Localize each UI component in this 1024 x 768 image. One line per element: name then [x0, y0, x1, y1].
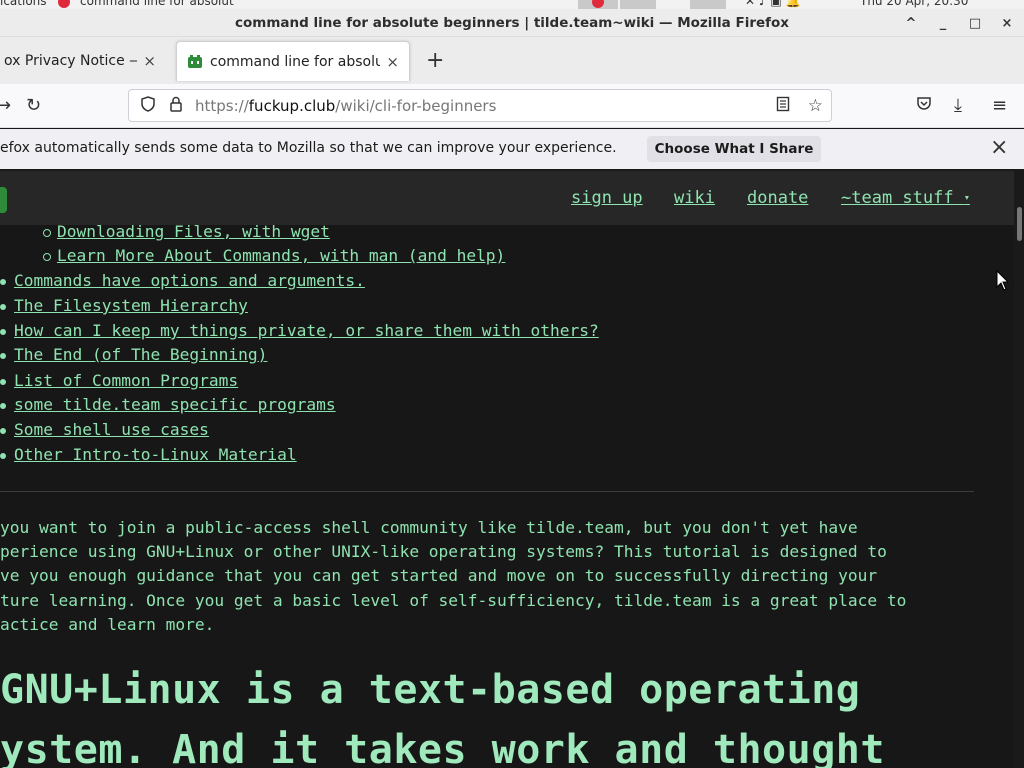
tab-label: ox Privacy Notice — | — [4, 53, 137, 69]
os-panel-status-icons[interactable]: ✕ ♪ ▣ 🔔 — [745, 0, 800, 8]
toc-item[interactable]: some tilde.team specific programs — [0, 395, 336, 414]
tab-privacy-notice[interactable]: ox Privacy Notice — | × — [0, 41, 166, 81]
window-title: command line for absolute beginners | ti… — [234, 14, 789, 31]
bullet-icon — [0, 328, 6, 335]
hollow-bullet-icon — [43, 252, 51, 261]
section-heading-line: GNU+Linux is a text-based operating — [0, 667, 861, 713]
back-arrow-icon[interactable]: → — [0, 95, 11, 117]
bullet-icon — [0, 378, 6, 385]
toc-item[interactable]: Some shell use cases — [0, 420, 209, 439]
intro-paragraph-line: you want to join a public-access shell c… — [0, 518, 858, 537]
os-panel-window-label[interactable]: command line for absolut — [80, 0, 234, 8]
reader-view-icon[interactable] — [776, 96, 790, 117]
section-divider — [0, 491, 974, 492]
toc-item[interactable]: How can I keep my things private, or sha… — [0, 321, 599, 340]
os-panel-apps-label: ications — [0, 0, 47, 8]
intro-paragraph-line: perience using GNU+Linux or other UNIX-l… — [0, 542, 887, 561]
os-top-panel: ications command line for absolut ✕ ♪ ▣ … — [0, 0, 1024, 9]
taskbar-item[interactable] — [620, 0, 656, 9]
lock-icon[interactable] — [167, 96, 185, 116]
tilde-favicon-icon — [188, 54, 202, 68]
os-panel-clock[interactable]: Thu 20 Apr, 20:30 — [860, 0, 968, 8]
bullet-icon — [0, 352, 6, 359]
bullet-icon — [0, 278, 6, 285]
scrollbar-thumb[interactable] — [1017, 207, 1022, 241]
nav-link-wiki[interactable]: wiki — [674, 188, 715, 208]
toc-subitem[interactable]: Learn More About Commands, with man (and… — [43, 246, 505, 265]
dropdown-caret-icon: ▾ — [963, 192, 970, 204]
minimize-icon[interactable]: _ — [936, 16, 950, 31]
bullet-icon — [0, 402, 6, 409]
maximize-icon[interactable]: □ — [968, 16, 982, 31]
page-scrollbar[interactable] — [1014, 171, 1024, 768]
nav-link-sign-up[interactable]: sign up — [571, 188, 643, 208]
intro-paragraph-line: ve you enough guidance that you can get … — [0, 566, 878, 585]
hollow-bullet-icon — [43, 228, 51, 237]
taskbar-item[interactable] — [690, 0, 726, 9]
window-controls: ^ _ □ × — [904, 9, 1014, 37]
pocket-icon[interactable] — [916, 95, 932, 117]
tab-close-icon[interactable]: × — [143, 52, 156, 70]
reload-icon[interactable]: ↻ — [26, 95, 41, 117]
toc-item[interactable]: List of Common Programs — [0, 371, 238, 390]
downloads-icon[interactable]: ⤓ — [954, 95, 962, 117]
new-tab-button[interactable]: + — [426, 50, 444, 72]
bullet-icon — [0, 452, 6, 459]
site-logo[interactable] — [0, 187, 7, 213]
toc-subitem[interactable]: Downloading Files, with wget — [43, 222, 330, 241]
tab-close-icon[interactable]: × — [386, 53, 399, 71]
hamburger-menu-icon[interactable]: ≡ — [992, 95, 1007, 117]
intro-paragraph-line: ture learning. Once you get a basic leve… — [0, 591, 907, 610]
url-bar[interactable]: https://fuckup.club/wiki/cli-for-beginne… — [128, 89, 832, 122]
notification-close-icon[interactable]: × — [990, 135, 1008, 160]
toc-item[interactable]: Other Intro-to-Linux Material — [0, 445, 297, 464]
tab-cli-beginners[interactable]: command line for absolu × — [176, 41, 410, 81]
window-up-icon[interactable]: ^ — [904, 16, 918, 31]
web-content: sign up wiki donate ~team stuff ▾ Downlo… — [0, 171, 1014, 768]
mouse-cursor-icon — [996, 270, 1010, 291]
intro-paragraph-line: actice and learn more. — [0, 615, 215, 634]
toc-item[interactable]: Commands have options and arguments. — [0, 271, 365, 290]
tracking-shield-icon[interactable] — [139, 95, 157, 116]
site-navbar: sign up wiki donate ~team stuff ▾ — [0, 171, 1014, 225]
window-titlebar: command line for absolute beginners | ti… — [0, 9, 1024, 37]
url-text[interactable]: https://fuckup.club/wiki/cli-for-beginne… — [195, 97, 496, 115]
bullet-icon — [0, 303, 6, 310]
notification-message: efox automatically sends some data to Mo… — [0, 140, 617, 156]
nav-link-donate[interactable]: donate — [747, 188, 808, 208]
data-collection-notification: efox automatically sends some data to Mo… — [0, 129, 1024, 169]
tab-bar: ox Privacy Notice — | × command line for… — [0, 37, 1024, 84]
toc-item[interactable]: The Filesystem Hierarchy — [0, 296, 248, 315]
nav-toolbar: → ↻ https://fuckup.club/wiki/cli-for-beg… — [0, 84, 1024, 128]
nav-link-team-stuff[interactable]: ~team stuff ▾ — [841, 188, 970, 208]
section-heading-line: ystem. And it takes work and thought — [0, 727, 885, 768]
bullet-icon — [0, 427, 6, 434]
firefox-taskbar-icon[interactable] — [58, 0, 70, 8]
close-window-icon[interactable]: × — [1000, 16, 1014, 31]
toc-item[interactable]: The End (of The Beginning) — [0, 345, 267, 364]
bookmark-star-icon[interactable]: ☆ — [808, 96, 823, 117]
tab-label: command line for absolu — [210, 53, 381, 70]
choose-what-i-share-button[interactable]: Choose What I Share — [647, 136, 821, 162]
